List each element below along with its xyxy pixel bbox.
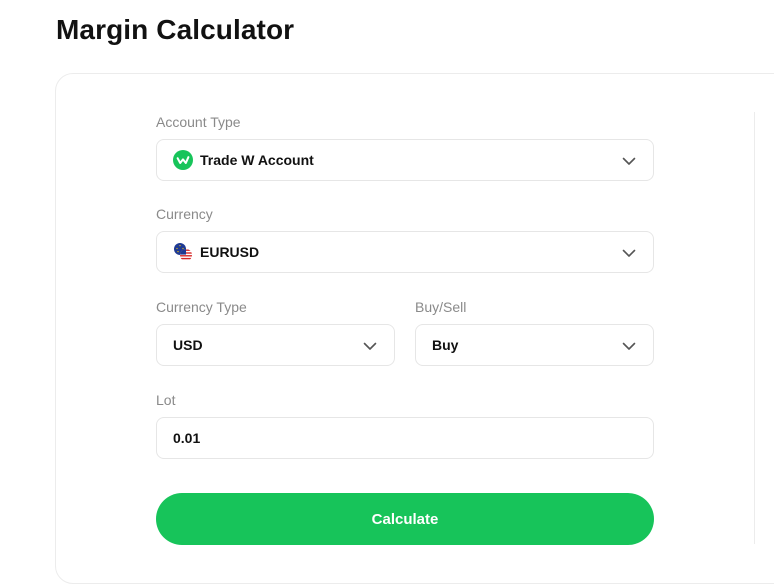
currency-value: EURUSD [200,244,260,260]
chevron-down-icon [363,342,377,350]
page-title: Margin Calculator [56,14,295,45]
lot-input[interactable]: 0.01 [156,417,654,459]
page: Margin Calculator Account Type Trade W A… [0,0,774,587]
currency-type-select[interactable]: USD [156,324,395,366]
currency-type-value: USD [173,337,203,353]
currency-label: Currency [156,206,213,222]
chevron-down-icon [622,157,636,165]
currency-select[interactable]: EURUSD [156,231,654,273]
calculate-button[interactable]: Calculate [156,493,654,545]
card-divider [754,112,755,544]
lot-value: 0.01 [173,430,201,446]
buy-sell-label: Buy/Sell [415,299,467,315]
buy-sell-value: Buy [432,337,459,353]
buy-sell-select[interactable]: Buy [415,324,654,366]
chevron-down-icon [622,249,636,257]
account-type-label: Account Type [156,114,241,130]
eu-us-flag-icon [173,242,193,262]
chevron-down-icon [622,342,636,350]
trade-w-logo-icon [173,150,193,170]
account-type-value: Trade W Account [200,152,314,168]
lot-label: Lot [156,392,176,408]
currency-type-label: Currency Type [156,299,247,315]
account-type-select[interactable]: Trade W Account [156,139,654,181]
